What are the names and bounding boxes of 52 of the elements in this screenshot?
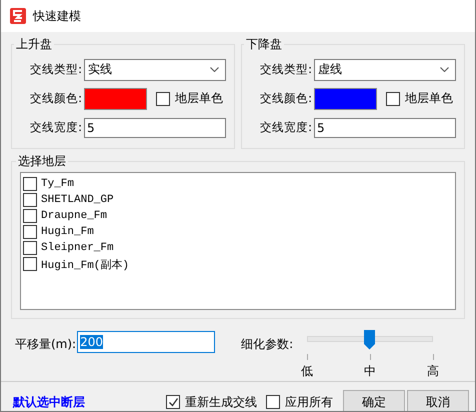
- checkbox-label: 地层单色: [405, 90, 453, 107]
- group-title: 选择地层: [17, 153, 67, 170]
- color-swatch[interactable]: [84, 88, 147, 110]
- field-label: 平移量(m):: [15, 336, 76, 353]
- chevron-down-icon: [440, 67, 449, 72]
- tick-mark: [432, 354, 434, 360]
- checkbox-label: 应用所有: [285, 394, 333, 410]
- line-width-field[interactable]: 5: [314, 118, 456, 138]
- checkbox-label: 地层单色: [175, 90, 223, 107]
- tick-mark: [370, 354, 371, 360]
- checkbox[interactable]: [386, 92, 400, 106]
- field-label: 交线颜色:: [259, 91, 312, 106]
- line-type-dropdown[interactable]: 实线: [84, 58, 226, 80]
- color-swatch[interactable]: [314, 88, 377, 110]
- field-label: 交线类型:: [29, 62, 82, 77]
- checkbox[interactable]: [266, 395, 280, 409]
- checkbox[interactable]: [23, 209, 37, 223]
- layer-name[interactable]: Ty_Fm: [41, 178, 74, 190]
- default-fault-link[interactable]: 默认选中断层: [13, 394, 85, 410]
- checkbox[interactable]: [23, 257, 37, 271]
- layer-name[interactable]: Hugin_Fm(副本): [41, 256, 130, 272]
- checkbox[interactable]: [156, 92, 170, 106]
- ok-button[interactable]: 确定: [343, 390, 405, 411]
- slider-thumb[interactable]: [364, 330, 376, 350]
- checkbox[interactable]: [23, 177, 37, 191]
- checkbox[interactable]: [23, 241, 37, 255]
- chevron-down-icon: [210, 67, 219, 72]
- group-title: 下降盘: [245, 36, 283, 53]
- field-label: 交线类型:: [259, 62, 312, 77]
- field-label: 细化参数:: [241, 336, 294, 353]
- layer-name[interactable]: Draupne_Fm: [41, 210, 108, 222]
- checkbox[interactable]: [23, 225, 37, 239]
- tick-label: 低: [301, 363, 314, 380]
- cancel-button[interactable]: 取消: [407, 390, 469, 411]
- field-label: 交线颜色:: [29, 91, 82, 106]
- layer-name[interactable]: Hugin_Fm: [41, 226, 94, 238]
- tick-label: 高: [427, 363, 440, 380]
- tick-label: 中: [364, 363, 376, 380]
- field-label: 交线宽度:: [259, 120, 312, 135]
- line-type-dropdown[interactable]: 虚线: [314, 58, 456, 80]
- offset-field[interactable]: 200: [77, 331, 216, 353]
- layer-name[interactable]: SHETLAND_GP: [41, 194, 114, 206]
- app-logo-icon: [10, 8, 26, 24]
- line-width-field[interactable]: 5: [84, 118, 226, 138]
- window-title: 快速建模: [33, 8, 81, 24]
- tick-mark: [306, 354, 308, 360]
- field-label: 交线宽度:: [29, 120, 82, 135]
- checkbox[interactable]: [23, 193, 37, 207]
- checkbox[interactable]: [166, 395, 180, 409]
- layer-name[interactable]: Sleipner_Fm: [41, 242, 114, 254]
- group-title: 上升盘: [15, 36, 53, 53]
- checkbox-label: 重新生成交线: [185, 394, 257, 410]
